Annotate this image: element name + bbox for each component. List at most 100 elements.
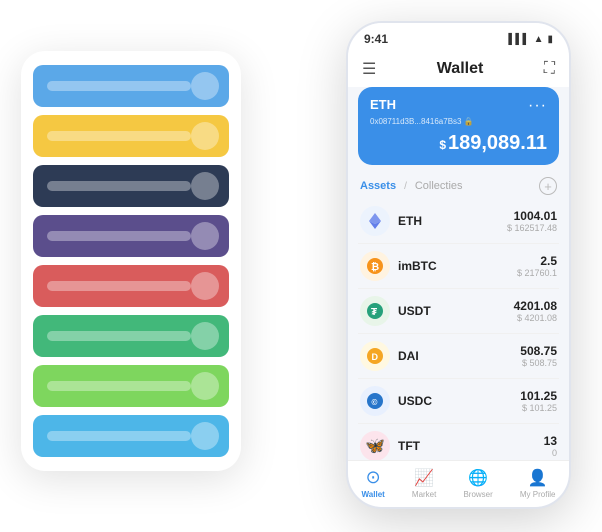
asset-amount-eth: 1004.01 bbox=[507, 209, 557, 223]
status-icons: ▌▌▌ ▲ ▮ bbox=[508, 34, 553, 45]
asset-values-imbtc: 2.5 $ 21760.1 bbox=[517, 254, 557, 278]
status-time: 9:41 bbox=[364, 32, 388, 46]
card-row-label-5 bbox=[47, 281, 191, 291]
add-asset-button[interactable]: + bbox=[539, 177, 557, 195]
header-title: Wallet bbox=[437, 60, 484, 78]
card-row-icon-8 bbox=[191, 422, 219, 450]
asset-item-imbtc[interactable]: ₿ imBTC 2.5 $ 21760.1 bbox=[358, 244, 559, 289]
card-row-label-2 bbox=[47, 131, 191, 141]
bottom-nav: ⊙ Wallet 📈 Market 🌐 Browser 👤 My Profile bbox=[348, 460, 569, 507]
asset-name-imbtc: imBTC bbox=[398, 259, 517, 273]
card-row-label-1 bbox=[47, 81, 191, 91]
card-row-icon-3 bbox=[191, 172, 219, 200]
card-row-label-7 bbox=[47, 381, 191, 391]
asset-item-dai[interactable]: D DAI 508.75 $ 508.75 bbox=[358, 334, 559, 379]
card-row-label-3 bbox=[47, 181, 191, 191]
asset-usd-dai: $ 508.75 bbox=[520, 358, 557, 368]
tft-icon: 🦋 bbox=[360, 431, 390, 461]
svg-text:₿: ₿ bbox=[371, 261, 379, 273]
scan-icon[interactable]: ⛶ bbox=[544, 60, 555, 78]
tab-collecties[interactable]: Collecties bbox=[415, 180, 463, 192]
asset-values-usdc: 101.25 $ 101.25 bbox=[520, 389, 557, 413]
card-row-5[interactable] bbox=[33, 265, 229, 307]
phone-header: ☰ Wallet ⛶ bbox=[348, 55, 569, 87]
browser-nav-icon: 🌐 bbox=[468, 468, 488, 488]
asset-values-dai: 508.75 $ 508.75 bbox=[520, 344, 557, 368]
asset-item-usdt[interactable]: ₮ USDT 4201.08 $ 4201.08 bbox=[358, 289, 559, 334]
asset-amount-imbtc: 2.5 bbox=[517, 254, 557, 268]
profile-nav-label: My Profile bbox=[520, 490, 556, 499]
battery-icon: ▮ bbox=[547, 34, 553, 45]
asset-amount-tft: 13 bbox=[544, 434, 557, 448]
asset-amount-usdc: 101.25 bbox=[520, 389, 557, 403]
market-nav-icon: 📈 bbox=[414, 468, 434, 488]
usdc-icon: © bbox=[360, 386, 390, 416]
asset-item-usdc[interactable]: © USDC 101.25 $ 101.25 bbox=[358, 379, 559, 424]
imbtc-icon: ₿ bbox=[360, 251, 390, 281]
usdt-icon: ₮ bbox=[360, 296, 390, 326]
wallet-nav-icon: ⊙ bbox=[366, 467, 381, 488]
eth-address: 0x08711d3B...8416a7Bs3 🔒 bbox=[370, 117, 547, 126]
nav-market[interactable]: 📈 Market bbox=[412, 468, 436, 499]
asset-list: ETH 1004.01 $ 162517.48 ₿ imBTC 2.5 $ 21… bbox=[348, 199, 569, 469]
asset-values-tft: 13 0 bbox=[544, 434, 557, 458]
asset-usd-tft: 0 bbox=[544, 448, 557, 458]
card-row-icon-2 bbox=[191, 122, 219, 150]
card-row-label-4 bbox=[47, 231, 191, 241]
assets-header: Assets / Collecties + bbox=[348, 173, 569, 199]
dai-icon: D bbox=[360, 341, 390, 371]
wallet-nav-label: Wallet bbox=[362, 490, 385, 499]
eth-icon bbox=[360, 206, 390, 236]
card-row-label-8 bbox=[47, 431, 191, 441]
card-row-2[interactable] bbox=[33, 115, 229, 157]
svg-text:₮: ₮ bbox=[371, 307, 377, 318]
asset-name-tft: TFT bbox=[398, 439, 544, 453]
asset-name-usdt: USDT bbox=[398, 304, 514, 318]
svg-text:D: D bbox=[372, 352, 379, 362]
card-row-1[interactable] bbox=[33, 65, 229, 107]
eth-options-icon[interactable]: ··· bbox=[528, 97, 547, 115]
card-row-icon-7 bbox=[191, 372, 219, 400]
asset-name-eth: ETH bbox=[398, 214, 507, 228]
card-row-label-6 bbox=[47, 331, 191, 341]
market-nav-label: Market bbox=[412, 490, 436, 499]
assets-tabs: Assets / Collecties bbox=[360, 180, 463, 192]
asset-values-eth: 1004.01 $ 162517.48 bbox=[507, 209, 557, 233]
nav-profile[interactable]: 👤 My Profile bbox=[520, 468, 556, 499]
asset-item-eth[interactable]: ETH 1004.01 $ 162517.48 bbox=[358, 199, 559, 244]
card-row-4[interactable] bbox=[33, 215, 229, 257]
tab-assets[interactable]: Assets bbox=[360, 180, 396, 192]
card-row-3[interactable] bbox=[33, 165, 229, 207]
profile-nav-icon: 👤 bbox=[528, 468, 548, 488]
lock-icon: 🔒 bbox=[464, 117, 474, 126]
asset-usd-eth: $ 162517.48 bbox=[507, 223, 557, 233]
asset-amount-dai: 508.75 bbox=[520, 344, 557, 358]
tab-separator: / bbox=[404, 181, 407, 192]
asset-usd-usdt: $ 4201.08 bbox=[514, 313, 557, 323]
asset-name-dai: DAI bbox=[398, 349, 520, 363]
card-row-7[interactable] bbox=[33, 365, 229, 407]
card-row-6[interactable] bbox=[33, 315, 229, 357]
card-row-8[interactable] bbox=[33, 415, 229, 457]
nav-browser[interactable]: 🌐 Browser bbox=[463, 468, 492, 499]
card-row-icon-1 bbox=[191, 72, 219, 100]
nav-wallet[interactable]: ⊙ Wallet bbox=[362, 467, 385, 499]
eth-ticker: ETH bbox=[370, 97, 396, 112]
phone-frame: 9:41 ▌▌▌ ▲ ▮ ☰ Wallet ⛶ ETH ··· 0x08711d… bbox=[346, 21, 571, 509]
card-row-icon-6 bbox=[191, 322, 219, 350]
scene: 9:41 ▌▌▌ ▲ ▮ ☰ Wallet ⛶ ETH ··· 0x08711d… bbox=[21, 21, 581, 511]
asset-usd-usdc: $ 101.25 bbox=[520, 403, 557, 413]
asset-name-usdc: USDC bbox=[398, 394, 520, 408]
asset-usd-imbtc: $ 21760.1 bbox=[517, 268, 557, 278]
eth-card[interactable]: ETH ··· 0x08711d3B...8416a7Bs3 🔒 $189,08… bbox=[358, 87, 559, 165]
card-row-icon-5 bbox=[191, 272, 219, 300]
card-row-icon-4 bbox=[191, 222, 219, 250]
signal-icon: ▌▌▌ bbox=[508, 34, 529, 45]
menu-icon[interactable]: ☰ bbox=[362, 59, 376, 79]
eth-balance: $189,089.11 bbox=[370, 132, 547, 155]
asset-amount-usdt: 4201.08 bbox=[514, 299, 557, 313]
status-bar: 9:41 ▌▌▌ ▲ ▮ bbox=[348, 23, 569, 55]
browser-nav-label: Browser bbox=[463, 490, 492, 499]
card-panel bbox=[21, 51, 241, 471]
svg-text:©: © bbox=[372, 398, 378, 407]
